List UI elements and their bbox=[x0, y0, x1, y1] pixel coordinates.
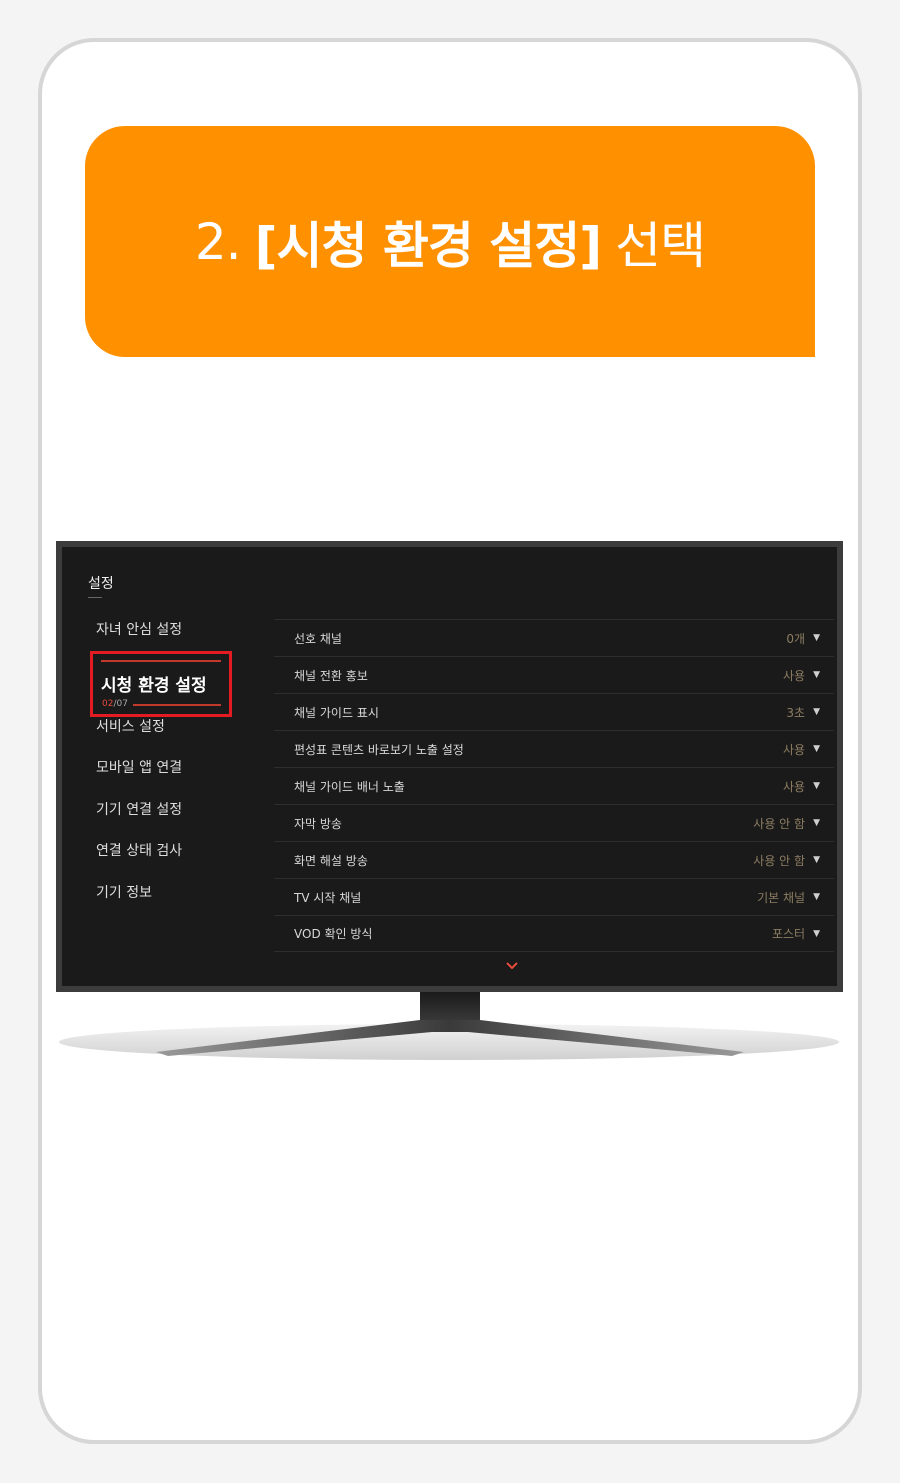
setting-row-audio-description[interactable]: 화면 해설 방송 사용 안 함 ▼ bbox=[274, 841, 834, 878]
setting-value[interactable]: 3초 ▼ bbox=[786, 704, 820, 721]
sidebar-item-label: 기기 정보 bbox=[96, 885, 152, 901]
triangle-down-icon: ▼ bbox=[813, 928, 820, 939]
setting-label: TV 시작 채널 bbox=[294, 890, 362, 905]
setting-row-epg-direct-view[interactable]: 편성표 콘텐츠 바로보기 노출 설정 사용 ▼ bbox=[274, 730, 834, 767]
sidebar-item-label: 모바일 앱 연결 bbox=[96, 760, 183, 776]
tv-frame: 설정 자녀 안심 설정 시청 환경 설정 02/07 서비스 설정 모바일 앱 … bbox=[56, 541, 843, 992]
triangle-down-icon: ▼ bbox=[813, 744, 820, 754]
triangle-down-icon: ▼ bbox=[813, 892, 820, 902]
sidebar-item-label: 자녀 안심 설정 bbox=[96, 622, 183, 638]
setting-value[interactable]: 사용 ▼ bbox=[783, 741, 820, 758]
setting-label: 편성표 콘텐츠 바로보기 노출 설정 bbox=[294, 742, 464, 757]
triangle-down-icon: ▼ bbox=[813, 670, 820, 680]
triangle-down-icon: ▼ bbox=[813, 855, 820, 865]
setting-value[interactable]: 포스터 ▼ bbox=[772, 925, 820, 942]
setting-row-channel-promo[interactable]: 채널 전환 홍보 사용 ▼ bbox=[274, 656, 834, 693]
sidebar-item-label: 시청 환경 설정 bbox=[101, 676, 207, 696]
sidebar-item-label: 연결 상태 검사 bbox=[96, 843, 183, 859]
triangle-down-icon: ▼ bbox=[813, 818, 820, 828]
setting-row-guide-banner[interactable]: 채널 가이드 배너 노출 사용 ▼ bbox=[274, 767, 834, 804]
page-total: 07 bbox=[116, 699, 128, 709]
setting-label: 채널 가이드 배너 노출 bbox=[294, 779, 405, 794]
setting-value-text: 사용 bbox=[782, 668, 806, 683]
setting-label: 자막 방송 bbox=[294, 816, 342, 831]
setting-value[interactable]: 사용 ▼ bbox=[783, 667, 820, 684]
sidebar-item-device-connection[interactable]: 기기 연결 설정 bbox=[96, 799, 182, 819]
sidebar-item-connection-check[interactable]: 연결 상태 검사 bbox=[96, 840, 182, 860]
setting-row-channel-guide[interactable]: 채널 가이드 표시 3초 ▼ bbox=[274, 693, 834, 730]
triangle-down-icon: ▼ bbox=[813, 633, 820, 643]
setting-value-text: 3초 bbox=[786, 705, 806, 720]
chevron-down-icon[interactable] bbox=[505, 959, 519, 975]
setting-value-text: 기본 채널 bbox=[757, 890, 806, 905]
setting-row-favorite-channel[interactable]: 선호 채널 0개 ▼ bbox=[274, 619, 834, 656]
step-action: 선택 bbox=[615, 216, 706, 275]
setting-value-text: 포스터 bbox=[771, 927, 806, 941]
setting-value-text: 사용 bbox=[782, 742, 806, 757]
triangle-down-icon: ▼ bbox=[813, 781, 820, 791]
active-top-line bbox=[101, 660, 221, 662]
settings-list: 선호 채널 0개 ▼ 채널 전환 홍보 사용 ▼ 채널 가이드 표시 3초 ▼ 편성표… bbox=[274, 619, 834, 952]
setting-value[interactable]: 사용 ▼ bbox=[783, 778, 820, 795]
step-banner: 2. [시청 환경 설정] 선택 bbox=[85, 126, 815, 357]
setting-value-text: 사용 안 함 bbox=[753, 853, 806, 868]
settings-sidebar: 자녀 안심 설정 시청 환경 설정 02/07 서비스 설정 모바일 앱 연결 … bbox=[62, 547, 272, 986]
setting-label: 채널 전환 홍보 bbox=[294, 668, 368, 683]
setting-row-start-channel[interactable]: TV 시작 채널 기본 채널 ▼ bbox=[274, 878, 834, 915]
setting-value[interactable]: 사용 안 함 ▼ bbox=[753, 852, 820, 869]
active-bottom-line bbox=[133, 704, 221, 706]
sidebar-item-parental[interactable]: 자녀 안심 설정 bbox=[96, 619, 182, 639]
page-indicator: 02/07 bbox=[102, 699, 128, 709]
setting-value[interactable]: 0개 ▼ bbox=[786, 630, 820, 647]
setting-label: 화면 해설 방송 bbox=[294, 853, 368, 868]
setting-value-text: 0개 bbox=[786, 631, 806, 646]
setting-value-text: 사용 bbox=[782, 779, 806, 794]
setting-label: VOD 확인 방식 bbox=[294, 927, 373, 941]
setting-value-text: 사용 안 함 bbox=[753, 816, 806, 831]
page-current: 02 bbox=[102, 699, 114, 709]
tv-screen: 설정 자녀 안심 설정 시청 환경 설정 02/07 서비스 설정 모바일 앱 … bbox=[62, 547, 837, 986]
setting-label: 선호 채널 bbox=[294, 631, 342, 646]
sidebar-item-device-info[interactable]: 기기 정보 bbox=[96, 882, 152, 902]
sidebar-item-viewing-environment[interactable]: 시청 환경 설정 02/07 bbox=[90, 651, 232, 717]
setting-label: 채널 가이드 표시 bbox=[294, 705, 379, 720]
setting-row-vod-view-mode[interactable]: VOD 확인 방식 포스터 ▼ bbox=[274, 915, 834, 952]
tv-stand-base bbox=[59, 1020, 839, 1060]
triangle-down-icon: ▼ bbox=[813, 707, 820, 717]
sidebar-item-label: 기기 연결 설정 bbox=[96, 802, 183, 818]
setting-value[interactable]: 기본 채널 ▼ bbox=[757, 889, 820, 906]
sidebar-item-label: 서비스 설정 bbox=[96, 719, 165, 735]
sidebar-item-service[interactable]: 서비스 설정 bbox=[96, 716, 165, 736]
step-highlight: [시청 환경 설정] bbox=[254, 216, 603, 275]
sidebar-item-mobile-app[interactable]: 모바일 앱 연결 bbox=[96, 757, 182, 777]
step-number: 2. bbox=[194, 212, 242, 271]
setting-row-subtitles[interactable]: 자막 방송 사용 안 함 ▼ bbox=[274, 804, 834, 841]
setting-value[interactable]: 사용 안 함 ▼ bbox=[753, 815, 820, 832]
